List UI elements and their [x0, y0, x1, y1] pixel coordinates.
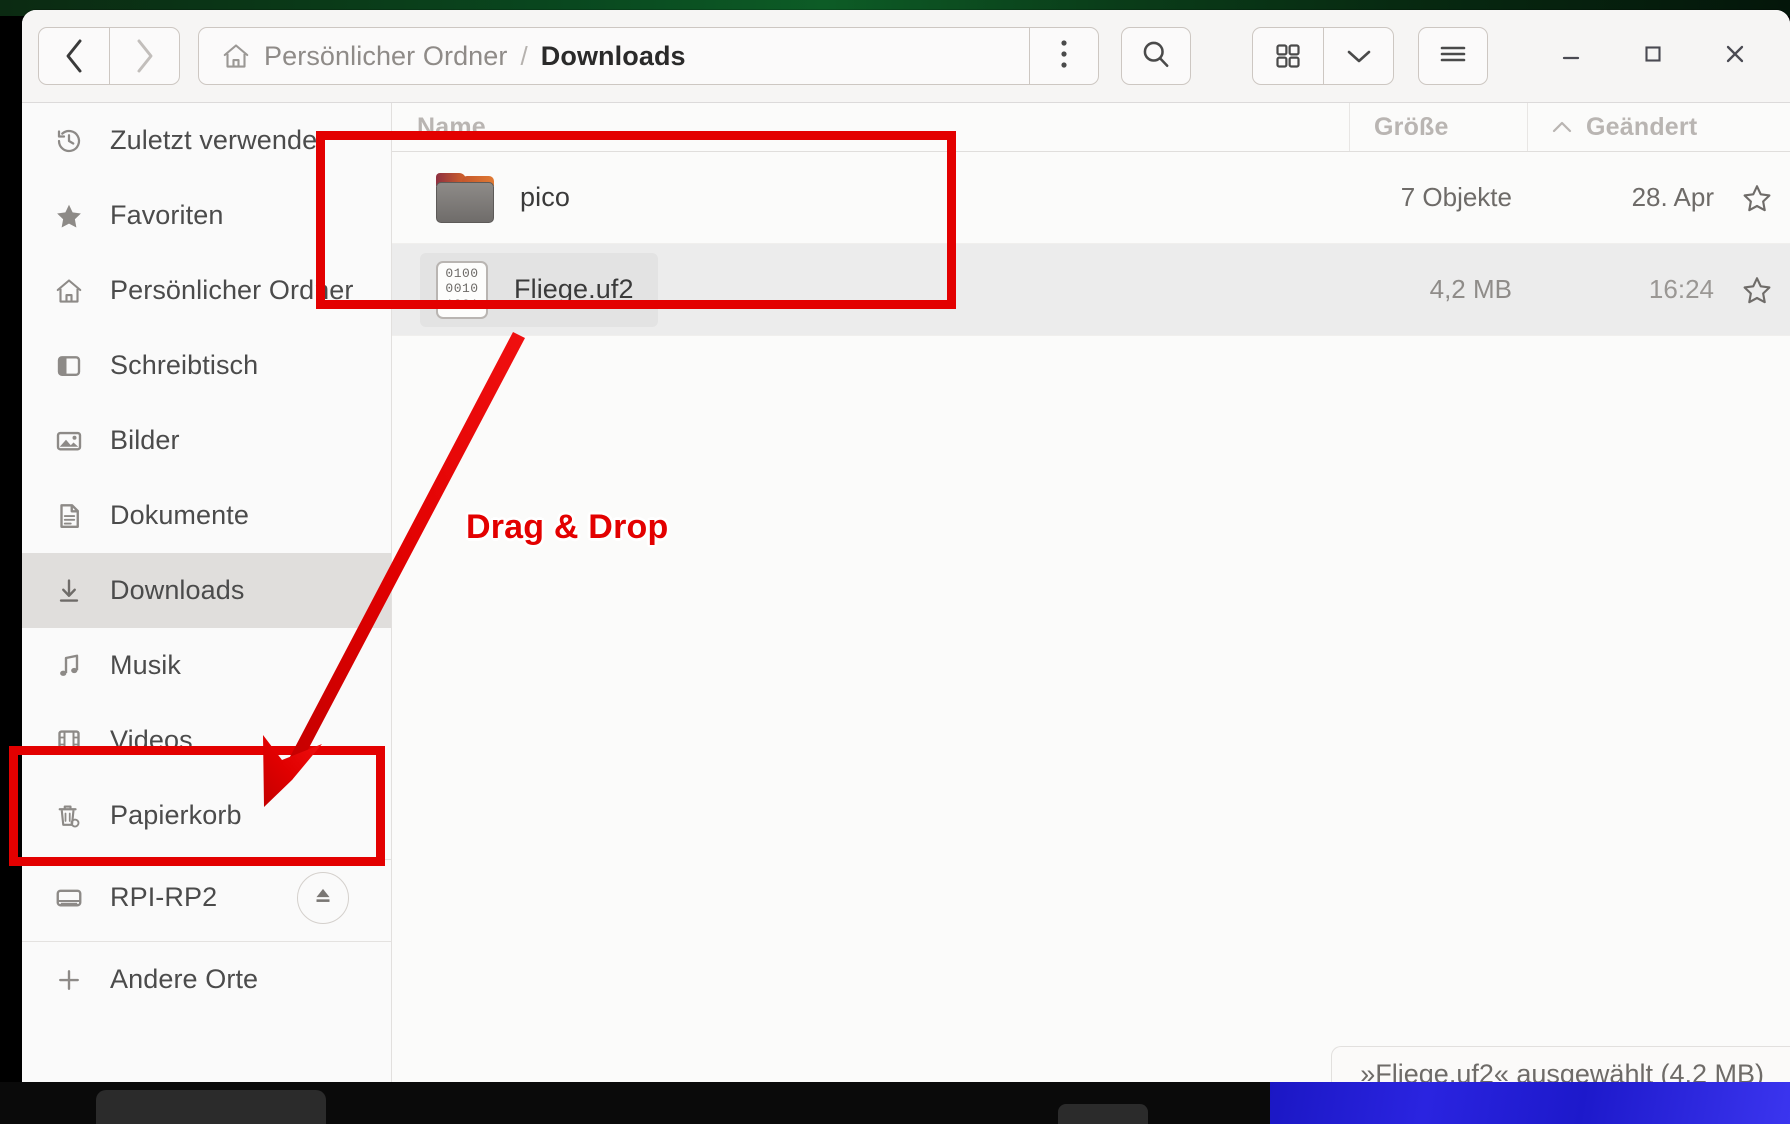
- column-header-modified-label: Geändert: [1586, 112, 1698, 141]
- sidebar-item-pictures[interactable]: Bilder: [22, 403, 391, 478]
- search-icon: [1140, 38, 1172, 75]
- sidebar: Zuletzt verwendet Favoriten Persönlicher…: [22, 103, 392, 1102]
- binary-file-icon: 0100 0010 1001: [436, 260, 488, 319]
- music-note-icon: [52, 651, 86, 681]
- maximize-icon: [1640, 41, 1666, 72]
- maximize-button[interactable]: [1612, 25, 1694, 87]
- back-button[interactable]: [39, 28, 109, 84]
- breadcrumb-root[interactable]: Persönlicher Ordner: [264, 41, 508, 72]
- file-modified: 28. Apr: [1631, 182, 1714, 212]
- view-button-group: [1252, 27, 1394, 85]
- sidebar-item-label: Schreibtisch: [110, 350, 259, 380]
- binary-line: 0010: [445, 281, 479, 297]
- trash-icon: [52, 801, 86, 831]
- home-icon: [221, 41, 251, 71]
- sidebar-item-label: Favoriten: [110, 200, 224, 230]
- close-icon: [1721, 40, 1749, 73]
- file-name-cell: 0100 0010 1001 Fliege.uf2: [392, 252, 1350, 327]
- desktop-background-bottom: [1270, 1082, 1790, 1124]
- grid-view-icon: [1274, 42, 1302, 70]
- column-header-modified[interactable]: Geändert: [1528, 103, 1790, 151]
- drive-icon: [52, 883, 86, 913]
- file-name-chip: pico: [420, 165, 594, 231]
- chevron-down-icon: [1344, 46, 1374, 66]
- file-name: pico: [520, 182, 570, 212]
- file-modified: 16:24: [1648, 274, 1714, 304]
- sidebar-item-label: RPI-RP2: [110, 882, 218, 912]
- minimize-button[interactable]: [1530, 25, 1612, 87]
- path-menu-button[interactable]: [1029, 28, 1098, 84]
- sidebar-item-label: Downloads: [110, 575, 245, 605]
- navigation-button-group: [38, 27, 180, 85]
- file-size: 7 Objekte: [1400, 182, 1512, 212]
- star-outline-icon[interactable]: [1724, 182, 1790, 214]
- home-icon: [52, 276, 86, 306]
- view-options-button[interactable]: [1323, 28, 1393, 84]
- kebab-menu-icon: [1060, 38, 1068, 75]
- table-row[interactable]: 0100 0010 1001 Fliege.uf2 4,2 MB 16:24: [392, 244, 1790, 336]
- star-filled-icon: [52, 201, 86, 231]
- chevron-up-icon: [1550, 113, 1574, 142]
- column-header-name[interactable]: Name: [392, 103, 1350, 151]
- binary-line: 1001: [445, 296, 479, 312]
- file-size: 4,2 MB: [1429, 274, 1512, 304]
- taskbar-window-button[interactable]: [1058, 1104, 1148, 1124]
- column-headers: Name Größe Geändert: [392, 103, 1790, 152]
- eject-icon: [310, 882, 336, 913]
- forward-button[interactable]: [109, 28, 179, 84]
- file-list: Name Größe Geändert pico 7 Objekte 28. A…: [392, 103, 1790, 1102]
- image-icon: [52, 426, 86, 456]
- clock-history-icon: [52, 126, 86, 156]
- sidebar-item-label: Papierkorb: [110, 800, 242, 830]
- file-manager-window: Persönlicher Ordner / Downloads Zuletzt …: [22, 10, 1790, 1102]
- main-menu-button[interactable]: [1418, 27, 1488, 85]
- sidebar-item-home[interactable]: Persönlicher Ordner: [22, 253, 391, 328]
- film-strip-icon: [52, 726, 86, 756]
- folder-icon: [436, 172, 494, 223]
- header-bar: Persönlicher Ordner / Downloads: [22, 10, 1790, 103]
- breadcrumb-crumbs: Persönlicher Ordner / Downloads: [199, 28, 1029, 84]
- sidebar-item-music[interactable]: Musik: [22, 628, 391, 703]
- sidebar-item-label: Dokumente: [110, 500, 249, 530]
- binary-line: 0100: [445, 266, 479, 282]
- breadcrumb: Persönlicher Ordner / Downloads: [198, 27, 1099, 85]
- sidebar-item-documents[interactable]: Dokumente: [22, 478, 391, 553]
- sidebar-item-label: Zuletzt verwendet: [110, 125, 325, 155]
- sidebar-item-desktop[interactable]: Schreibtisch: [22, 328, 391, 403]
- sidebar-item-label: Andere Orte: [110, 964, 259, 994]
- window-body: Zuletzt verwendet Favoriten Persönlicher…: [22, 103, 1790, 1102]
- document-icon: [52, 501, 86, 531]
- sidebar-item-label: Persönlicher Ordner: [110, 275, 354, 305]
- sidebar-item-trash[interactable]: Papierkorb: [22, 778, 391, 853]
- sidebar-item-recent[interactable]: Zuletzt verwendet: [22, 103, 391, 178]
- taskbar-window-button[interactable]: [96, 1090, 326, 1124]
- table-row[interactable]: pico 7 Objekte 28. Apr: [392, 152, 1790, 244]
- sidebar-item-videos[interactable]: Videos: [22, 703, 391, 778]
- breadcrumb-current[interactable]: Downloads: [541, 41, 686, 72]
- sidebar-item-other-locations[interactable]: Andere Orte: [22, 942, 391, 1017]
- file-name-cell: pico: [392, 165, 1350, 231]
- download-arrow-icon: [52, 576, 86, 606]
- sidebar-item-downloads[interactable]: Downloads: [22, 553, 391, 628]
- hamburger-menu-icon: [1437, 42, 1469, 71]
- plus-icon: [52, 965, 86, 995]
- sidebar-item-label: Videos: [110, 725, 193, 755]
- grid-view-button[interactable]: [1253, 28, 1323, 84]
- sidebar-item-favorites[interactable]: Favoriten: [22, 178, 391, 253]
- breadcrumb-separator: /: [520, 40, 528, 71]
- minimize-icon: [1558, 41, 1584, 72]
- eject-button[interactable]: [297, 871, 349, 924]
- window-controls: [1530, 25, 1776, 87]
- close-button[interactable]: [1694, 25, 1776, 87]
- file-name: Fliege.uf2: [514, 274, 634, 304]
- column-header-size[interactable]: Größe: [1350, 103, 1528, 151]
- sidebar-item-label: Musik: [110, 650, 182, 680]
- desktop-icon: [52, 351, 86, 381]
- star-outline-icon[interactable]: [1724, 274, 1790, 306]
- sidebar-item-rpi-rp2[interactable]: RPI-RP2: [22, 860, 391, 935]
- search-button[interactable]: [1121, 27, 1191, 85]
- sidebar-item-label: Bilder: [110, 425, 180, 455]
- file-name-chip: 0100 0010 1001 Fliege.uf2: [420, 252, 658, 327]
